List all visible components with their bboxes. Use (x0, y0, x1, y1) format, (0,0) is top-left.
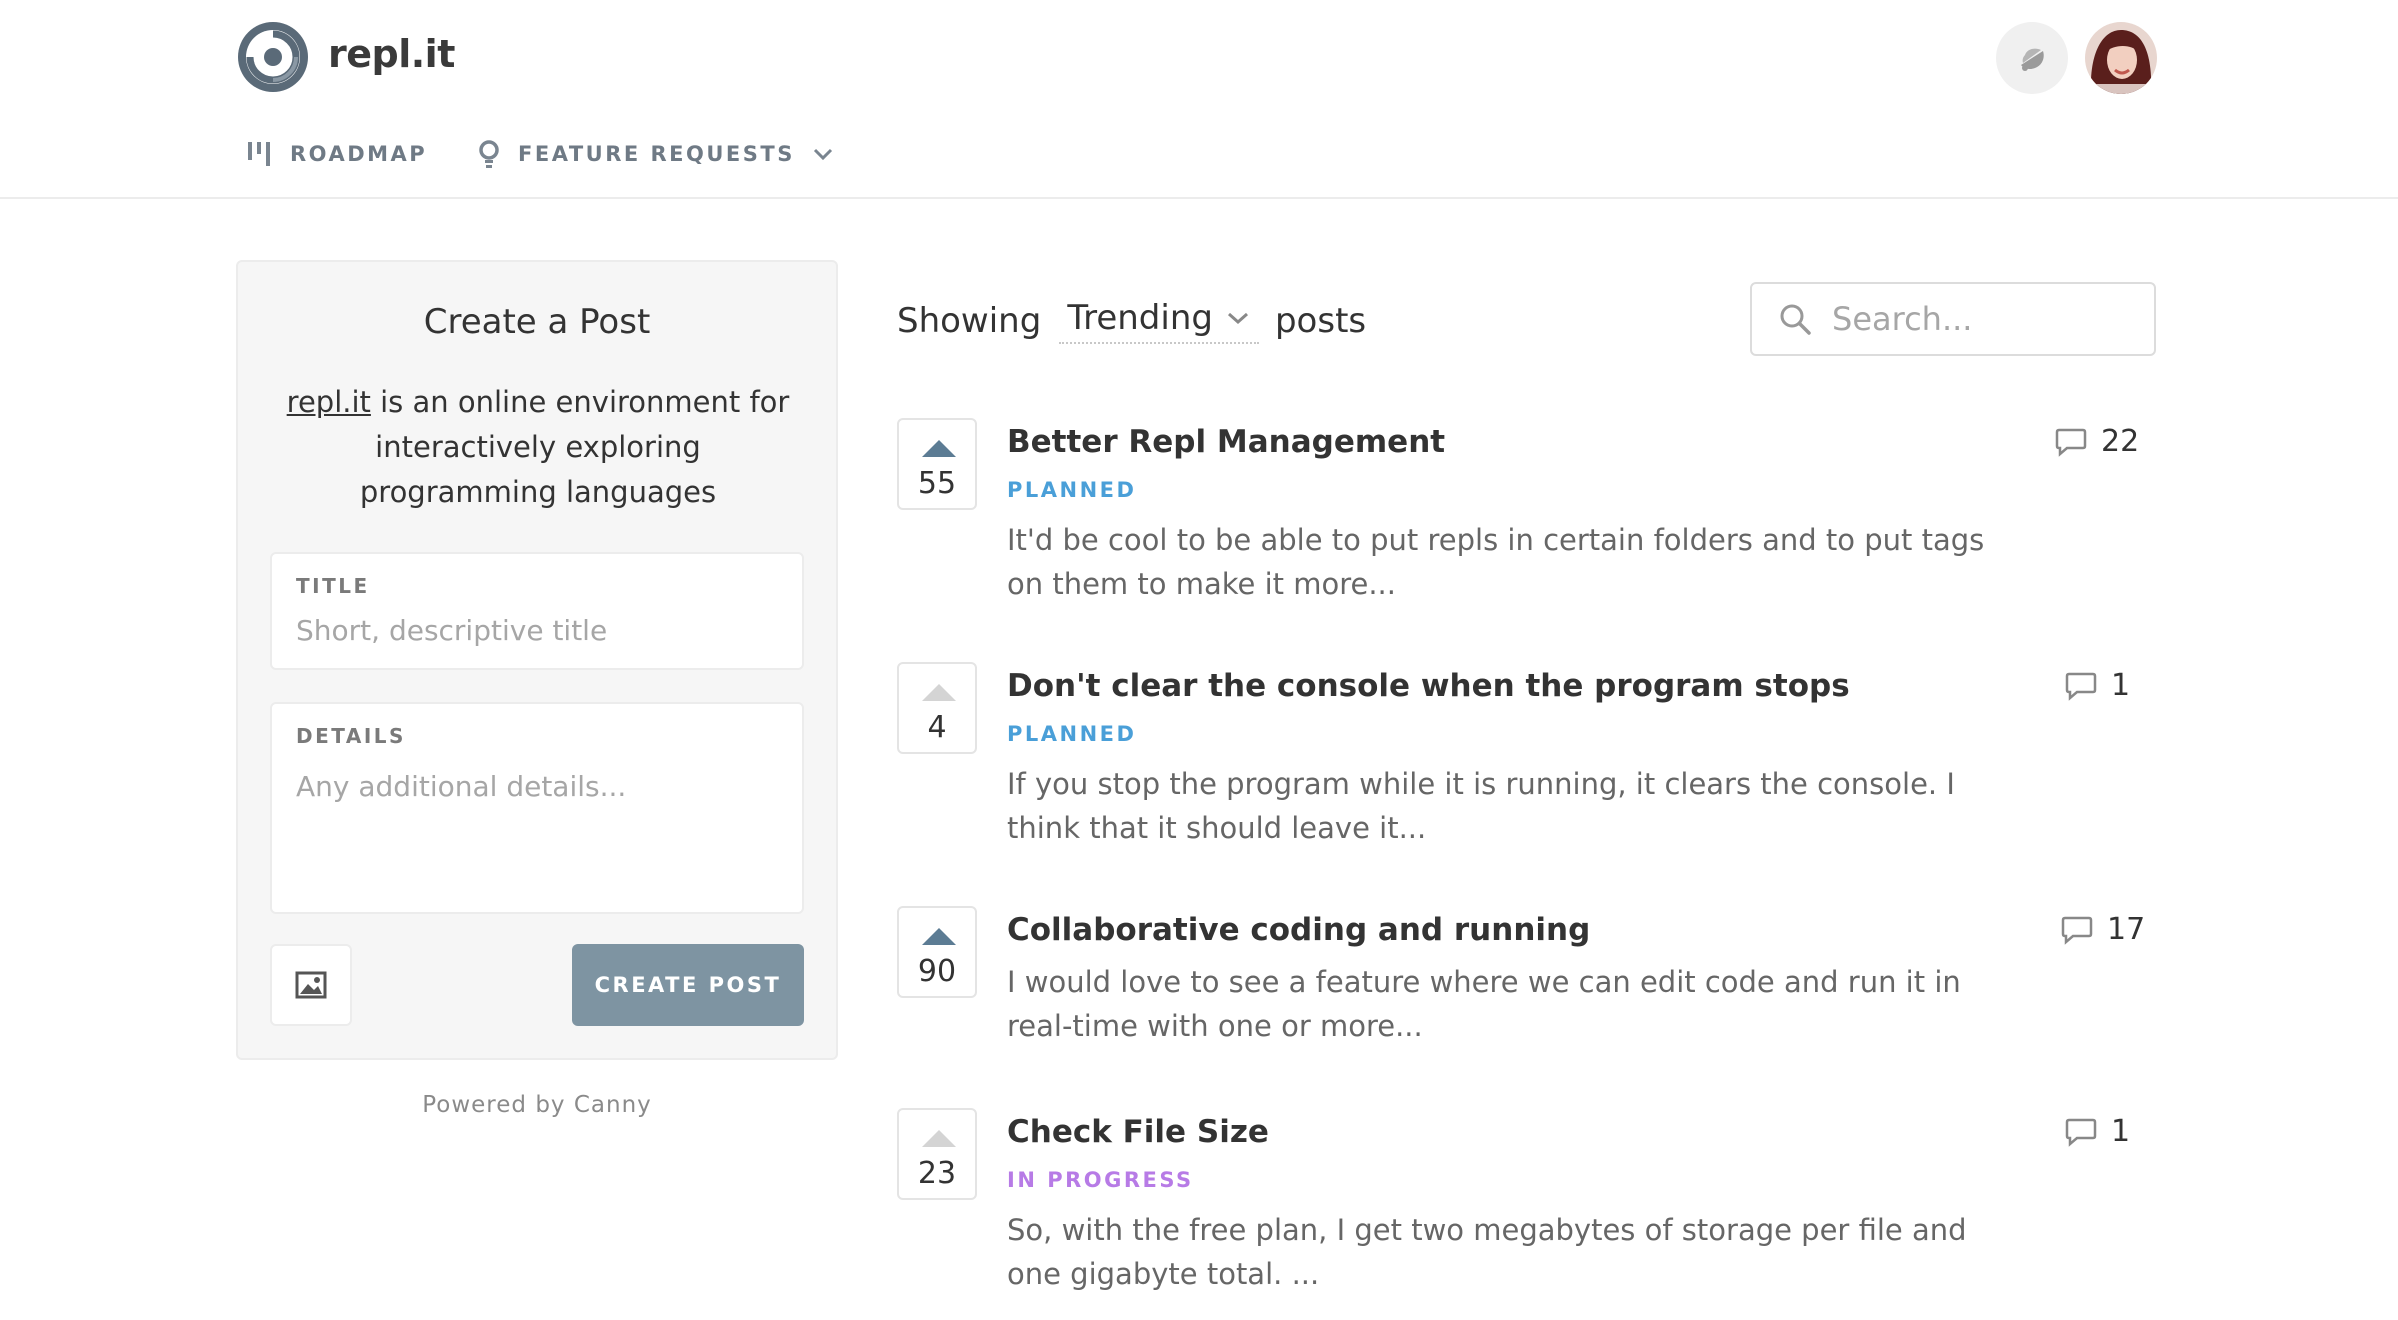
post-title[interactable]: Better Repl Management (1007, 424, 1445, 460)
title-field-label: TITLE (296, 574, 370, 598)
upvote-button[interactable]: 4 (897, 662, 977, 754)
post-excerpt: I would love to see a feature where we c… (1007, 965, 1961, 1043)
brand-name[interactable]: repl.it (328, 32, 455, 76)
sort-row: Showing Trending posts (897, 296, 1366, 346)
create-post-title: Create a Post (423, 302, 651, 342)
sort-value: Trending (1067, 298, 1213, 338)
post-excerpt: If you stop the program while it is runn… (1007, 767, 1955, 845)
comment-icon (2055, 428, 2087, 457)
title-input[interactable]: Short, descriptive title (296, 614, 607, 647)
image-icon (295, 971, 327, 999)
posts-label: posts (1274, 301, 1367, 341)
comment-count: 1 (2065, 668, 2130, 703)
attach-image-button[interactable] (270, 944, 352, 1026)
board-link[interactable]: repl.it (287, 385, 371, 419)
powered-by-canny[interactable]: Powered by Canny (236, 1092, 838, 1118)
post-excerpt: It'd be cool to be able to put repls in … (1007, 523, 1985, 601)
sort-dropdown[interactable]: Trending (1059, 298, 1259, 344)
post-excerpt: So, with the free plan, I get two megaby… (1007, 1213, 1967, 1291)
post-title[interactable]: Check File Size (1007, 1114, 1269, 1150)
search-icon (1780, 304, 1811, 335)
upvote-arrow-icon (922, 684, 956, 701)
nav-feature-requests[interactable]: FEATURE REQUESTS (478, 136, 833, 172)
details-input[interactable]: Any additional details... (296, 770, 626, 803)
upvote-button[interactable]: 90 (897, 906, 977, 998)
site-header: repl.it ROADMAP FEATURE REQUESTS (0, 0, 2398, 199)
upvote-arrow-icon (922, 440, 956, 457)
chevron-down-icon (1227, 312, 1248, 325)
post-title[interactable]: Don't clear the console when the program… (1007, 668, 1850, 704)
post-title[interactable]: Collaborative coding and running (1007, 912, 1590, 948)
comment-count-value: 22 (2101, 424, 2140, 459)
upvote-button[interactable]: 55 (897, 418, 977, 510)
chevron-down-icon (813, 148, 832, 161)
upvote-arrow-icon (922, 1130, 956, 1147)
vote-count: 90 (917, 954, 957, 989)
nav-roadmap[interactable]: ROADMAP (246, 136, 427, 172)
comment-icon (2065, 1118, 2097, 1147)
comment-count: 1 (2065, 1114, 2130, 1149)
roadmap-icon (248, 142, 270, 166)
notifications-button[interactable] (1996, 22, 2068, 94)
nav-roadmap-label: ROADMAP (290, 142, 428, 166)
status-badge: PLANNED (1007, 478, 1137, 502)
vote-count: 23 (917, 1156, 957, 1191)
showing-label: Showing (897, 301, 1042, 341)
upvote-arrow-icon (922, 928, 956, 945)
comment-count-value: 1 (2111, 1114, 2131, 1149)
board-description-text: is an online environment for interactive… (359, 385, 790, 509)
title-field[interactable]: TITLE Short, descriptive title (270, 552, 804, 670)
vote-count: 4 (927, 710, 947, 745)
upvote-button[interactable]: 23 (897, 1108, 977, 1200)
comment-count: 22 (2055, 424, 2139, 459)
comment-count-value: 17 (2107, 912, 2146, 947)
nav-feature-requests-label: FEATURE REQUESTS (518, 142, 795, 166)
create-post-button[interactable]: CREATE POST (572, 944, 804, 1026)
details-field[interactable]: DETAILS Any additional details... (270, 702, 804, 914)
create-post-card: Create a Post repl.it is an online envir… (236, 260, 838, 1060)
lightbulb-icon (479, 140, 499, 168)
status-badge: PLANNED (1007, 722, 1137, 746)
search-placeholder: Search... (1832, 300, 1973, 338)
status-badge: IN PROGRESS (1007, 1168, 1194, 1192)
replit-logo-icon[interactable] (236, 20, 310, 94)
board-description: repl.it is an online environment for int… (278, 380, 798, 515)
comment-icon (2065, 672, 2097, 701)
bell-icon (2021, 48, 2044, 71)
comment-icon (2061, 916, 2093, 945)
comment-count-value: 1 (2111, 668, 2131, 703)
vote-count: 55 (917, 466, 957, 501)
details-field-label: DETAILS (296, 724, 406, 748)
search-input[interactable]: Search... (1750, 282, 2156, 356)
comment-count: 17 (2061, 912, 2145, 947)
user-avatar[interactable] (2085, 22, 2157, 94)
